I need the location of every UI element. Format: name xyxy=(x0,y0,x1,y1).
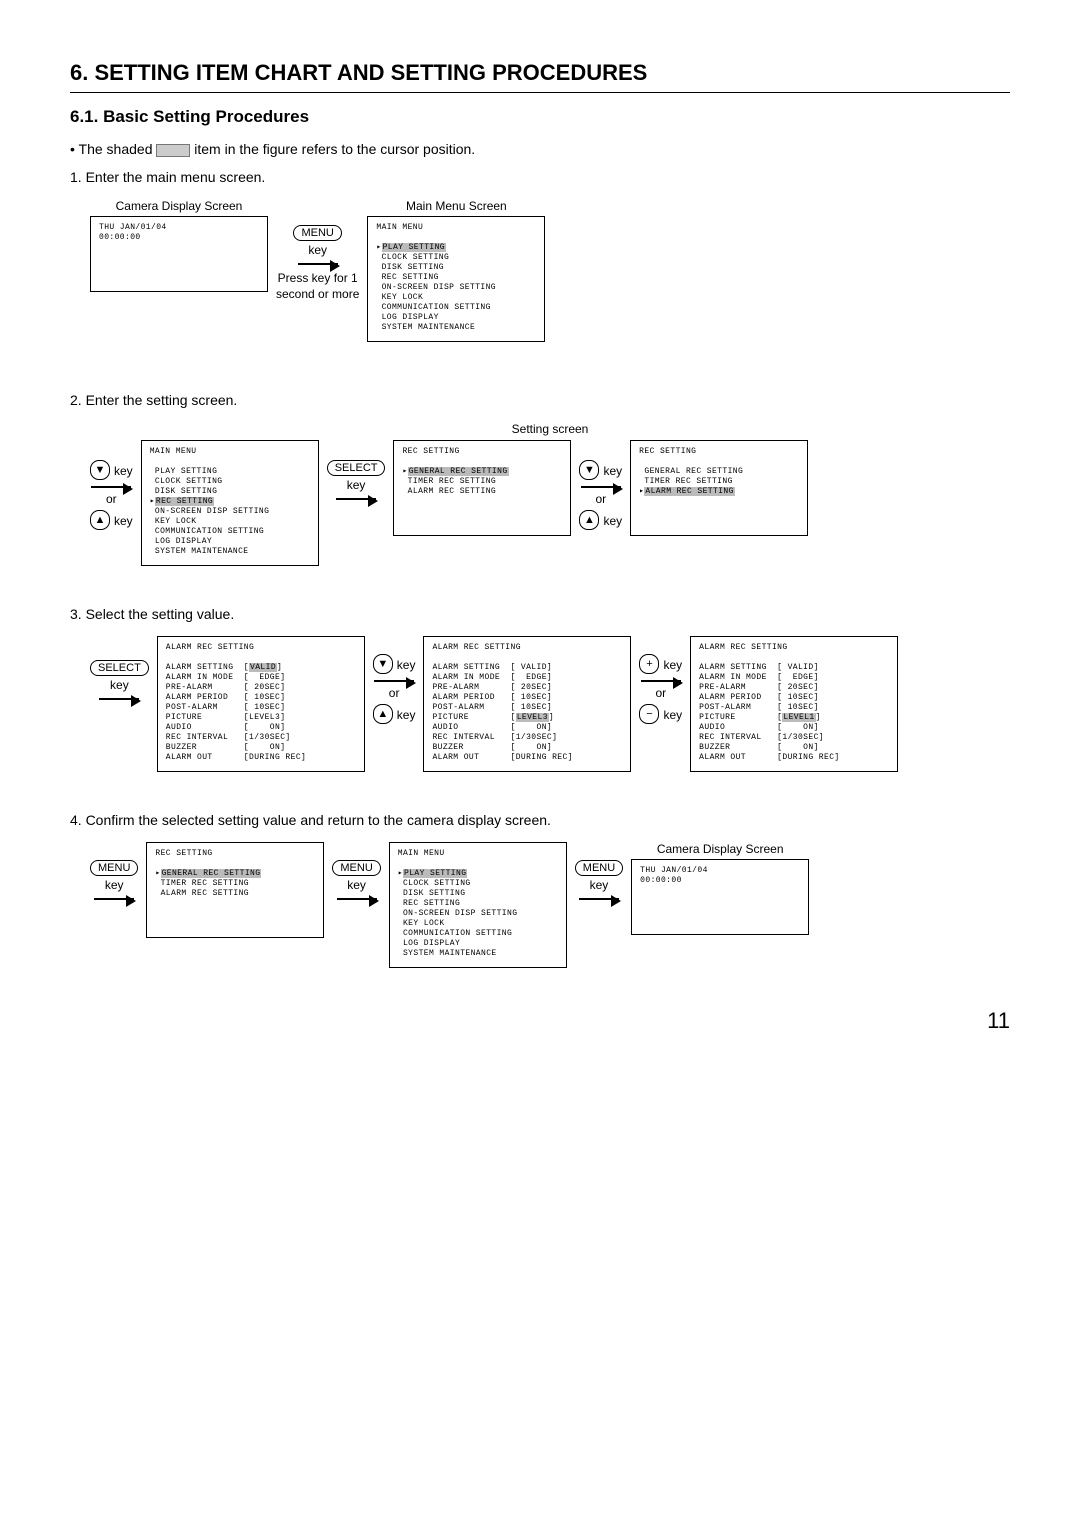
step-2-text: 2. Enter the setting screen. xyxy=(70,392,1010,408)
arrow-right-icon xyxy=(337,898,377,900)
key-label: key xyxy=(347,878,366,892)
camera-screen-label: Camera Display Screen xyxy=(116,199,243,213)
step2-flow: Setting screen ▼key or ▲key MAIN MENU PL… xyxy=(90,422,1010,566)
rec-setting-panel-a: REC SETTING ▸GENERAL REC SETTING TIMER R… xyxy=(393,440,571,536)
step4-flow: MENU key REC SETTING ▸GENERAL REC SETTIN… xyxy=(90,842,1010,968)
section-heading: 6.1. Basic Setting Procedures xyxy=(70,107,1010,127)
camera-screen-panel: THU JAN/01/04 00:00:00 xyxy=(631,859,809,935)
intro-line: • The shaded item in the figure refers t… xyxy=(70,141,1010,157)
menu-button[interactable]: MENU xyxy=(575,860,623,876)
arrow-right-icon xyxy=(579,898,619,900)
step1-flow: Camera Display Screen THU JAN/01/04 00:0… xyxy=(90,199,1010,342)
step-3-text: 3. Select the setting value. xyxy=(70,606,1010,622)
press-note: Press key for 1 second or more xyxy=(276,271,359,302)
alarm-panel-b: ALARM REC SETTING ALARM SETTING [ VALID]… xyxy=(423,636,631,772)
camera-screen-panel: THU JAN/01/04 00:00:00 xyxy=(90,216,268,292)
up-key-icon[interactable]: ▲ xyxy=(90,510,110,530)
arrow-right-icon xyxy=(581,486,621,488)
plus-key-icon[interactable]: + xyxy=(639,654,659,674)
key-label: key xyxy=(308,243,327,257)
intro-before: • The shaded xyxy=(70,141,156,157)
menu-button[interactable]: MENU xyxy=(332,860,380,876)
arrow-right-icon xyxy=(99,698,139,700)
arrow-right-icon xyxy=(94,898,134,900)
main-menu-panel-2: MAIN MENU PLAY SETTING CLOCK SETTING DIS… xyxy=(141,440,319,566)
or-text: or xyxy=(595,492,606,506)
or-text: or xyxy=(106,492,117,506)
alarm-panel-a: ALARM REC SETTING ALARM SETTING [VALID] … xyxy=(157,636,365,772)
rec-setting-panel-b: REC SETTING GENERAL REC SETTING TIMER RE… xyxy=(630,440,808,536)
menu-button[interactable]: MENU xyxy=(293,225,341,241)
step3-flow: SELECT key ALARM REC SETTING ALARM SETTI… xyxy=(90,636,1010,772)
up-key-icon[interactable]: ▲ xyxy=(373,704,393,724)
menu-button[interactable]: MENU xyxy=(90,860,138,876)
down-key-icon[interactable]: ▼ xyxy=(373,654,393,674)
or-text: or xyxy=(655,686,666,700)
step-4-text: 4. Confirm the selected setting value an… xyxy=(70,812,1010,828)
page-number: 11 xyxy=(70,1008,1010,1034)
down-key-icon[interactable]: ▼ xyxy=(90,460,110,480)
down-key-icon[interactable]: ▼ xyxy=(579,460,599,480)
alarm-panel-c: ALARM REC SETTING ALARM SETTING [ VALID]… xyxy=(690,636,898,772)
main-menu-panel-3: MAIN MENU ▸PLAY SETTING CLOCK SETTING DI… xyxy=(389,842,567,968)
cursor-shade-icon xyxy=(156,144,190,157)
or-text: or xyxy=(389,686,400,700)
minus-key-icon[interactable]: − xyxy=(639,704,659,724)
heading-rule xyxy=(70,92,1010,93)
arrow-right-icon xyxy=(374,680,414,682)
rec-setting-panel-c: REC SETTING ▸GENERAL REC SETTING TIMER R… xyxy=(146,842,324,938)
main-menu-panel-1: MAIN MENU ▸PLAY SETTING CLOCK SETTING DI… xyxy=(367,216,545,342)
main-menu-label: Main Menu Screen xyxy=(406,199,507,213)
key-label: key xyxy=(347,478,366,492)
intro-after: item in the figure refers to the cursor … xyxy=(194,141,475,157)
select-button[interactable]: SELECT xyxy=(327,460,386,476)
key-label: key xyxy=(110,678,129,692)
up-key-icon[interactable]: ▲ xyxy=(579,510,599,530)
select-button[interactable]: SELECT xyxy=(90,660,149,676)
arrow-right-icon xyxy=(336,498,376,500)
arrow-right-icon xyxy=(298,263,338,265)
page-title: 6. SETTING ITEM CHART AND SETTING PROCED… xyxy=(70,60,1010,86)
step-1-text: 1. Enter the main menu screen. xyxy=(70,169,1010,185)
key-label: key xyxy=(105,878,124,892)
camera-screen-label: Camera Display Screen xyxy=(657,842,784,856)
arrow-right-icon xyxy=(641,680,681,682)
arrow-right-icon xyxy=(91,486,131,488)
setting-screen-label: Setting screen xyxy=(90,422,1010,436)
key-label: key xyxy=(590,878,609,892)
